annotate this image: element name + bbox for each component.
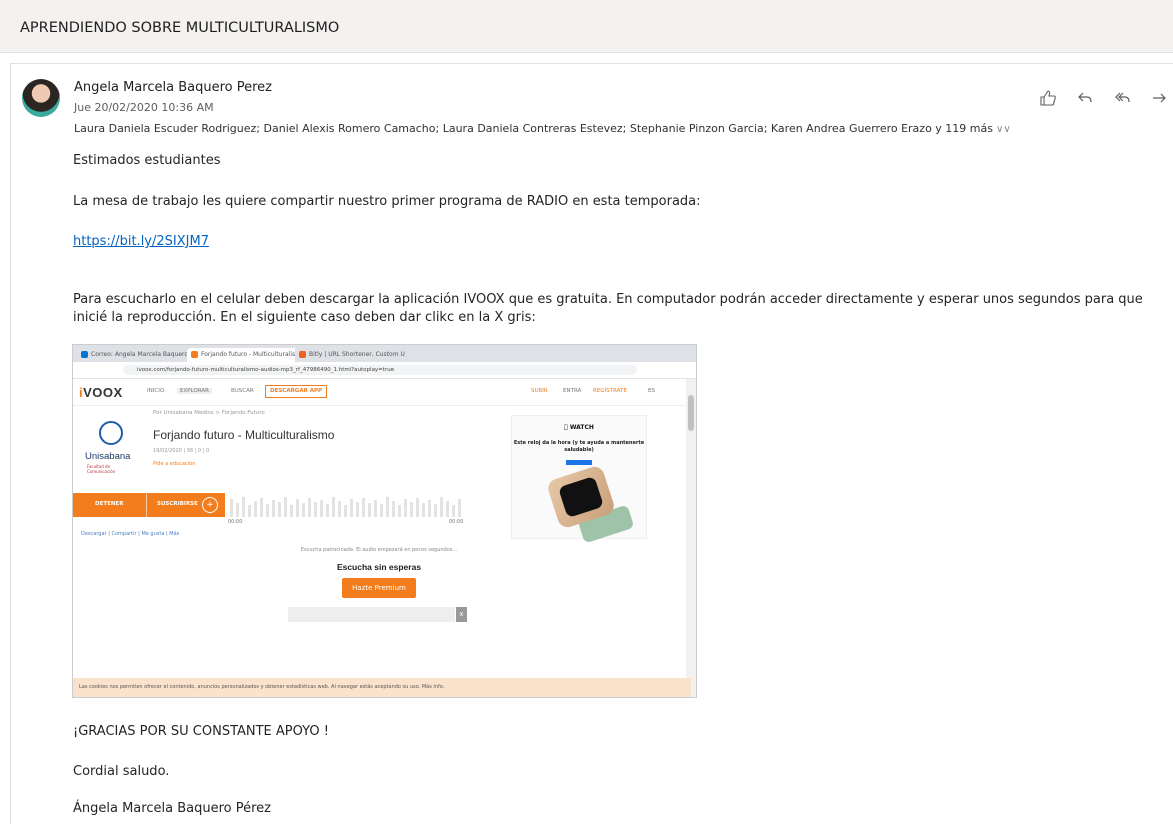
sent-date: Jue 20/02/2020 10:36 AM bbox=[74, 101, 214, 114]
subject-bar: APRENDIENDO SOBRE MULTICULTURALISMO bbox=[0, 0, 1173, 53]
player-bar: DETENER SUSCRIBIRSE + bbox=[73, 493, 225, 517]
reply-icon[interactable] bbox=[1075, 89, 1095, 109]
browser-tabs: Correo: Angela Marcela Baquero Forjando … bbox=[73, 345, 696, 362]
embedded-scrollbar bbox=[686, 379, 696, 697]
reply-all-icon[interactable] bbox=[1112, 89, 1132, 109]
intro-text: La mesa de trabajo les quiere compartir … bbox=[73, 194, 701, 209]
ad-text: Este reloj da la hora (y te ayuda a mant… bbox=[513, 440, 645, 453]
sponsored-message: Escucha patrocinada. El audio empezará e… bbox=[300, 547, 458, 553]
message-actions bbox=[1038, 89, 1169, 109]
url-field: ivoox.com/forjando-futuro-multiculturali… bbox=[123, 365, 637, 375]
signature: Ángela Marcela Baquero Pérez bbox=[73, 801, 271, 816]
sender-avatar[interactable] bbox=[22, 79, 60, 117]
tab-ivoox: Forjando futuro - Multiculturalis bbox=[187, 348, 307, 362]
listen-no-wait: Escucha sin esperas bbox=[336, 562, 422, 572]
cookie-banner: Las cookies nos permiten ofrecer el cont… bbox=[73, 678, 691, 697]
ad-button bbox=[566, 460, 592, 465]
like-icon[interactable] bbox=[1038, 89, 1058, 109]
ivoox-navbar: iVOOX INICIO EXPLORAR BUSCAR DESCARGAR A… bbox=[73, 379, 696, 406]
watch-ad:  WATCH Este reloj da la hora (y te ayud… bbox=[511, 415, 647, 544]
nav-explorar: EXPLORAR bbox=[177, 388, 212, 394]
nav-registrate: REGÍSTRATE bbox=[593, 388, 627, 394]
tab-correo: Correo: Angela Marcela Baquero bbox=[77, 348, 199, 362]
instructions-text: Para escucharlo en el celular deben desc… bbox=[73, 292, 1143, 325]
nav-lang: ES bbox=[648, 388, 655, 394]
ad-brand:  WATCH bbox=[564, 424, 594, 431]
tab-bitly: Bitly | URL Shortener, Custom U bbox=[295, 348, 415, 362]
sender-name[interactable]: Angela Marcela Baquero Perez bbox=[74, 80, 272, 95]
radio-link[interactable]: https://bit.ly/2SIXJM7 bbox=[73, 234, 209, 249]
thanks-text: ¡GRACIAS POR SU CONSTANTE APOYO ! bbox=[73, 724, 329, 739]
greeting: Estimados estudiantes bbox=[73, 153, 221, 168]
forward-icon[interactable] bbox=[1149, 89, 1169, 109]
episode-meta: 19/02/2020 | 38 | 0 | 0 bbox=[153, 448, 210, 454]
unisabana-logo: Unisabana Facultad de Comunicación bbox=[81, 417, 137, 477]
ad-progress-bar bbox=[288, 607, 455, 622]
breadcrumb: Por Unisabana Medios > Forjando Futuro bbox=[153, 410, 265, 416]
subscribe-button: SUSCRIBIRSE bbox=[157, 501, 198, 507]
episode-category: Pide a educación bbox=[153, 461, 196, 467]
stop-button: DETENER bbox=[95, 501, 124, 507]
embedded-screenshot[interactable]: Correo: Angela Marcela Baquero Forjando … bbox=[72, 344, 697, 698]
plus-icon: + bbox=[202, 497, 218, 513]
nav-entra: ENTRA bbox=[563, 388, 582, 394]
ivoox-logo: iVOOX bbox=[79, 385, 123, 400]
time-start: 00:00 bbox=[228, 519, 243, 525]
nav-inicio: INICIO bbox=[147, 388, 165, 394]
close-x-icon: x bbox=[456, 607, 467, 622]
expand-recipients-icon[interactable]: ∨∨ bbox=[996, 124, 1011, 135]
episode-title: Forjando futuro - Multiculturalismo bbox=[153, 428, 335, 442]
waveform bbox=[230, 497, 461, 517]
email-subject: APRENDIENDO SOBRE MULTICULTURALISMO bbox=[20, 20, 340, 36]
premium-button: Hazte Premium bbox=[342, 578, 416, 598]
share-row: Descargar | Compartir | Me gusta | Más bbox=[81, 531, 180, 537]
browser-address-bar: ivoox.com/forjando-futuro-multiculturali… bbox=[73, 362, 696, 379]
download-app-button: DESCARGAR APP bbox=[265, 385, 328, 398]
nav-buscar: BUSCAR bbox=[231, 388, 254, 394]
closing-text: Cordial saludo. bbox=[73, 764, 170, 779]
time-end: 00:00 bbox=[449, 519, 464, 525]
recipients-line[interactable]: Laura Daniela Escuder Rodriguez; Daniel … bbox=[74, 122, 1011, 135]
nav-subir: SUBIR bbox=[531, 388, 548, 394]
recipients-list: Laura Daniela Escuder Rodriguez; Daniel … bbox=[74, 122, 993, 135]
